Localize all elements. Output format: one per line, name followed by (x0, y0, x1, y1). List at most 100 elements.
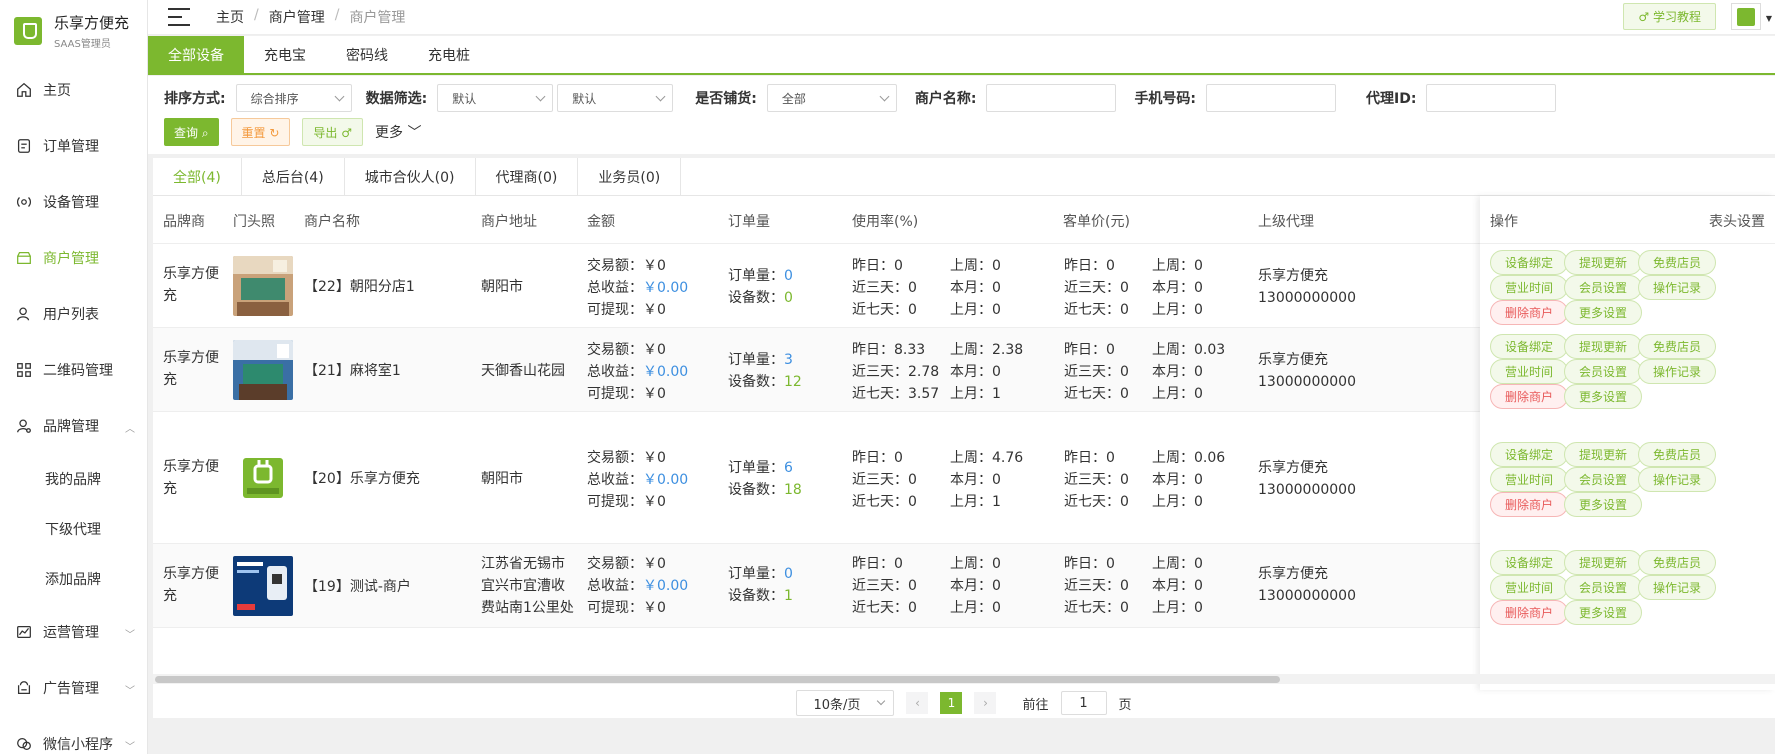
orders-value[interactable]: 0 (784, 268, 793, 284)
sidebar-item-operations[interactable]: 运营管理 ﹀ (0, 604, 147, 660)
data-filter-select-2[interactable]: 默认 (557, 84, 674, 112)
operation-log-button[interactable]: 操作记录 (1638, 575, 1716, 600)
bind-device-button[interactable]: 设备绑定 (1490, 334, 1568, 359)
free-clerk-button[interactable]: 免费店员 (1638, 334, 1716, 359)
member-settings-button[interactable]: 会员设置 (1564, 275, 1642, 300)
sidebar-item-merchants[interactable]: 商户管理 (0, 230, 147, 286)
business-hours-button[interactable]: 营业时间 (1490, 575, 1568, 600)
bind-device-button[interactable]: 设备绑定 (1490, 250, 1568, 275)
export-button[interactable]: 导出 ♂ (302, 118, 363, 146)
reset-button[interactable]: 重置 ↻ (230, 118, 291, 146)
more-settings-button[interactable]: 更多设置 (1564, 384, 1642, 409)
page-size-select[interactable]: 10条/页 (796, 690, 895, 716)
next-page-button[interactable]: › (974, 692, 997, 714)
column-settings-link[interactable]: 表头设置 (1709, 211, 1765, 231)
tab-city-partner[interactable]: 城市合伙人(0) (345, 158, 476, 195)
delete-merchant-button[interactable]: 删除商户 (1490, 600, 1568, 625)
sidebar-item-orders[interactable]: 订单管理 (0, 118, 147, 174)
more-filters-toggle[interactable]: 更多 ﹀ (375, 122, 421, 142)
horizontal-scrollbar[interactable] (153, 674, 1775, 684)
operation-log-button[interactable]: 操作记录 (1638, 275, 1716, 300)
member-settings-button[interactable]: 会员设置 (1564, 575, 1642, 600)
tab-agent[interactable]: 代理商(0) (476, 158, 579, 195)
sidebar-subitem-sub-agent[interactable]: 下级代理 (0, 504, 147, 554)
devices-value[interactable]: 18 (784, 482, 802, 498)
withdraw-update-button[interactable]: 提现更新 (1564, 334, 1642, 359)
sidebar-item-home[interactable]: 主页 (0, 62, 147, 118)
more-settings-button[interactable]: 更多设置 (1564, 300, 1642, 325)
business-hours-button[interactable]: 营业时间 (1490, 359, 1568, 384)
store-photo[interactable] (233, 448, 293, 508)
business-hours-button[interactable]: 营业时间 (1490, 467, 1568, 492)
breadcrumb-home[interactable]: 主页 (216, 7, 244, 27)
tab-all-devices[interactable]: 全部设备 (148, 36, 244, 73)
withdraw-update-button[interactable]: 提现更新 (1564, 442, 1642, 467)
free-clerk-button[interactable]: 免费店员 (1638, 550, 1716, 575)
business-hours-button[interactable]: 营业时间 (1490, 275, 1568, 300)
store-photo[interactable] (233, 256, 293, 316)
orders-value[interactable]: 3 (784, 352, 793, 368)
download-app-button[interactable] (1731, 3, 1761, 30)
tab-password-cable[interactable]: 密码线 (326, 36, 408, 73)
more-settings-button[interactable]: 更多设置 (1564, 600, 1642, 625)
merchant-name[interactable]: 【20】乐享方便充 (304, 468, 420, 488)
breadcrumb-merchant[interactable]: 商户管理 (269, 7, 325, 27)
withdraw-update-button[interactable]: 提现更新 (1564, 250, 1642, 275)
devices-value[interactable]: 1 (784, 588, 793, 604)
store-photo[interactable] (233, 340, 293, 400)
tab-all[interactable]: 全部(4) (153, 158, 242, 195)
sidebar-item-wechat[interactable]: 微信小程序 ﹀ (0, 716, 147, 754)
sidebar-subitem-add-brand[interactable]: 添加品牌 (0, 554, 147, 604)
tab-headquarters[interactable]: 总后台(4) (242, 158, 345, 195)
delete-merchant-button[interactable]: 删除商户 (1490, 300, 1568, 325)
delete-merchant-button[interactable]: 删除商户 (1490, 492, 1568, 517)
sidebar-item-qrcode[interactable]: 二维码管理 (0, 342, 147, 398)
merchant-name-input[interactable] (986, 84, 1117, 112)
sidebar-subitem-my-brand[interactable]: 我的品牌 (0, 454, 147, 504)
income-value[interactable]: ￥0.00 (643, 280, 688, 296)
tab-powerbank[interactable]: 充电宝 (244, 36, 326, 73)
merchant-name[interactable]: 【19】测试-商户 (304, 576, 411, 596)
price-thismonth: 0 (1194, 364, 1203, 380)
orders-value[interactable]: 0 (784, 566, 793, 582)
sidebar-item-brand[interactable]: 品牌管理 ︿ (0, 398, 147, 454)
income-value[interactable]: ￥0.00 (643, 578, 688, 594)
prev-page-button[interactable]: ‹ (906, 692, 929, 714)
operation-log-button[interactable]: 操作记录 (1638, 359, 1716, 384)
query-button[interactable]: 查询 ⌕ (164, 118, 219, 146)
bind-device-button[interactable]: 设备绑定 (1490, 550, 1568, 575)
phone-input[interactable] (1206, 84, 1337, 112)
withdraw-update-button[interactable]: 提现更新 (1564, 550, 1642, 575)
scrollbar-thumb[interactable] (155, 676, 1280, 683)
sidebar-item-ads[interactable]: 广告管理 ﹀ (0, 660, 147, 716)
merchant-name[interactable]: 【22】朝阳分店1 (304, 276, 415, 296)
income-value[interactable]: ￥0.00 (643, 472, 688, 488)
goto-page-input[interactable]: 1 (1060, 691, 1107, 715)
member-settings-button[interactable]: 会员设置 (1564, 359, 1642, 384)
merchant-name[interactable]: 【21】麻将室1 (304, 360, 401, 380)
free-clerk-button[interactable]: 免费店员 (1638, 442, 1716, 467)
tutorial-button[interactable]: ♂ 学习教程 (1623, 3, 1716, 30)
agent-id-input[interactable] (1426, 84, 1557, 112)
tab-salesman[interactable]: 业务员(0) (578, 158, 682, 195)
sort-select[interactable]: 综合排序 (235, 84, 352, 112)
income-value[interactable]: ￥0.00 (643, 364, 688, 380)
sidebar-item-devices[interactable]: 设备管理 (0, 174, 147, 230)
page-number[interactable]: 1 (940, 692, 963, 714)
more-settings-button[interactable]: 更多设置 (1564, 492, 1642, 517)
data-filter-select-1[interactable]: 默认 (437, 84, 554, 112)
member-settings-button[interactable]: 会员设置 (1564, 467, 1642, 492)
delete-merchant-button[interactable]: 删除商户 (1490, 384, 1568, 409)
sidebar-item-users[interactable]: 用户列表 (0, 286, 147, 342)
devices-value[interactable]: 0 (784, 290, 793, 306)
operation-log-button[interactable]: 操作记录 (1638, 467, 1716, 492)
caret-down-icon[interactable]: ▼ (1766, 14, 1772, 23)
orders-value[interactable]: 6 (784, 460, 793, 476)
menu-toggle-icon[interactable] (168, 6, 194, 28)
bind-device-button[interactable]: 设备绑定 (1490, 442, 1568, 467)
store-photo[interactable] (233, 556, 293, 616)
tab-charging-pile[interactable]: 充电桩 (408, 36, 490, 73)
supply-select[interactable]: 全部 (766, 84, 897, 112)
devices-value[interactable]: 12 (784, 374, 802, 390)
free-clerk-button[interactable]: 免费店员 (1638, 250, 1716, 275)
